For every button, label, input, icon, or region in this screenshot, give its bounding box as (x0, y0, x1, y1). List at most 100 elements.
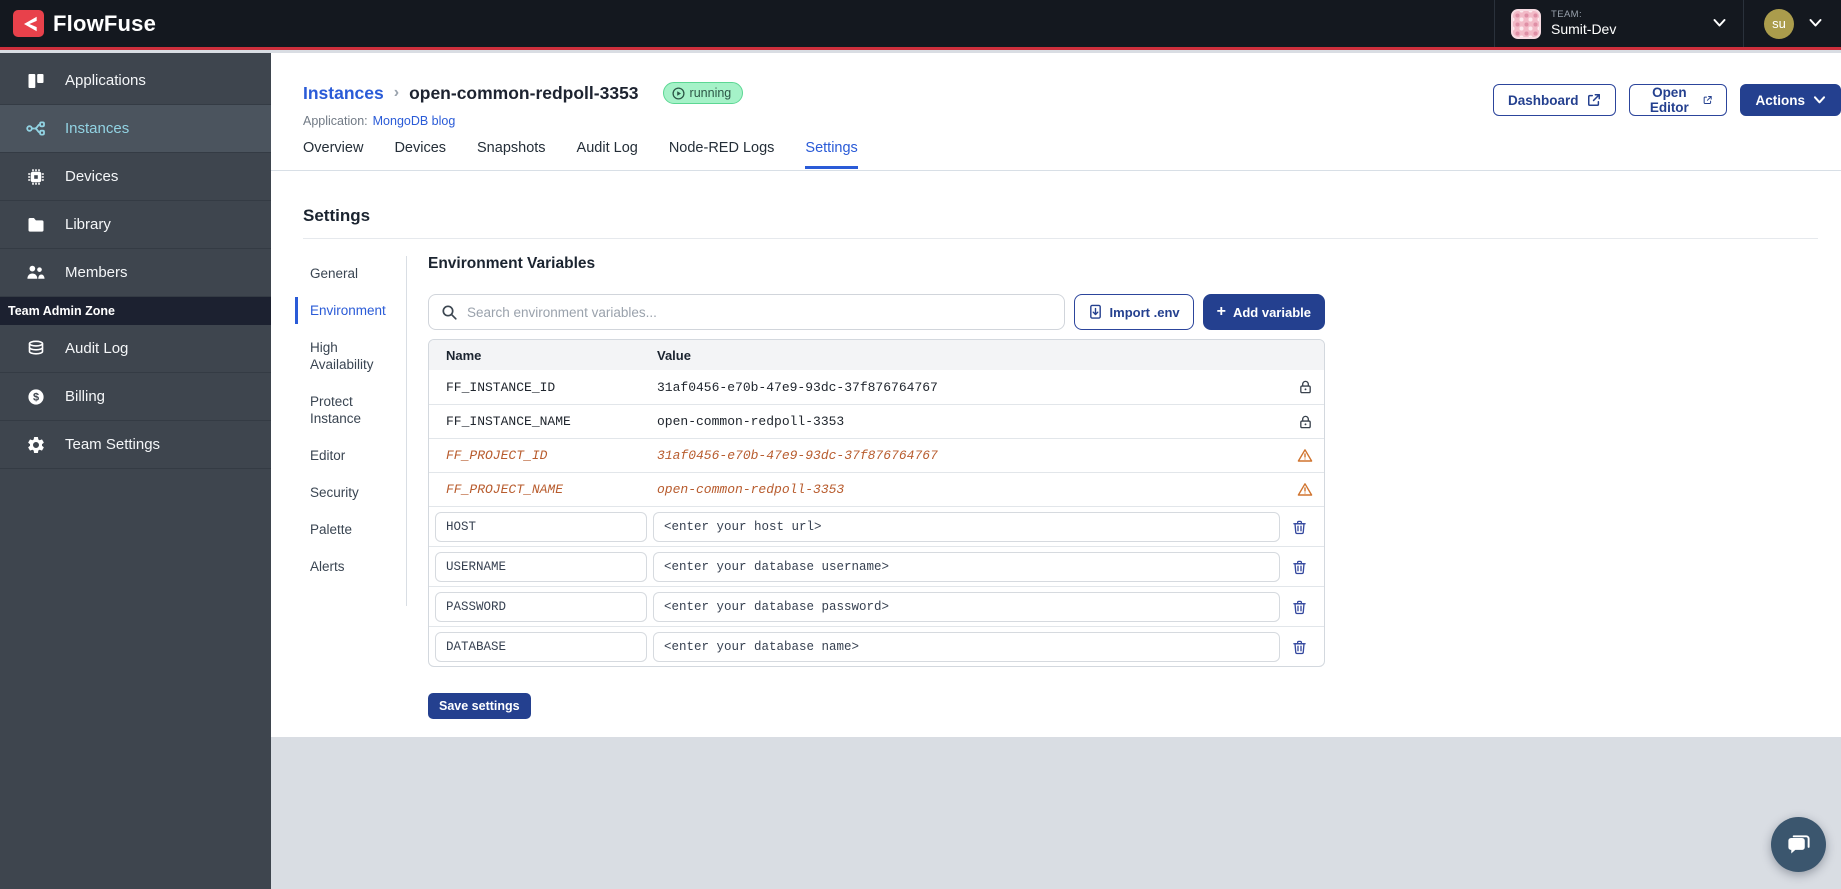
sidebar-item-devices[interactable]: Devices (0, 153, 271, 201)
sidebar-item-audit-log[interactable]: Audit Log (0, 325, 271, 373)
delete-variable-button[interactable] (1292, 599, 1307, 615)
sidebar-item-team-settings[interactable]: Team Settings (0, 421, 271, 469)
env-var-name: FF_PROJECT_NAME (446, 482, 564, 497)
trash-icon (1292, 520, 1306, 534)
application-label: Application: (303, 114, 368, 128)
column-header-value: Value (657, 347, 691, 363)
tab-audit-log[interactable]: Audit Log (577, 140, 638, 169)
sidebar-item-applications[interactable]: Applications (0, 57, 271, 105)
env-var-value-input[interactable] (653, 551, 1280, 582)
env-var-value-input[interactable] (653, 631, 1280, 662)
instances-icon (25, 118, 46, 139)
env-var-value-input[interactable] (653, 511, 1280, 542)
application-link[interactable]: MongoDB blog (373, 114, 456, 128)
breadcrumb-instances-link[interactable]: Instances (303, 83, 384, 104)
applications-icon (25, 70, 46, 91)
settings-nav-editor[interactable]: Editor (295, 442, 395, 469)
dashboard-button-label: Dashboard (1508, 92, 1579, 108)
chat-icon (1788, 834, 1810, 853)
header-actions: Dashboard Open Editor Actions (1493, 84, 1841, 116)
external-link-icon (1703, 95, 1712, 105)
instance-tabs: Overview Devices Snapshots Audit Log Nod… (303, 140, 858, 169)
tab-overview[interactable]: Overview (303, 140, 363, 169)
delete-variable-button[interactable] (1292, 519, 1307, 535)
status-text: running (689, 86, 732, 100)
plus-icon: + (1216, 303, 1226, 320)
database-icon (25, 338, 46, 359)
team-switcher[interactable]: TEAM: Sumit-Dev (1494, 0, 1744, 47)
sidebar-item-label: Instances (65, 120, 130, 137)
top-bar: FlowFuse TEAM: Sumit-Dev su (0, 0, 1841, 50)
team-admin-zone-header: Team Admin Zone (0, 297, 271, 325)
env-var-name-input[interactable] (435, 591, 647, 622)
settings-nav-divider (406, 256, 407, 606)
team-avatar (1511, 8, 1541, 39)
env-var-name-input[interactable] (435, 631, 647, 662)
lock-icon (1299, 380, 1311, 394)
settings-nav-protect-instance[interactable]: Protect Instance (295, 388, 395, 432)
devices-icon (25, 166, 46, 187)
tab-devices[interactable]: Devices (394, 140, 446, 169)
page-title: open-common-redpoll-3353 (409, 82, 639, 103)
user-menu[interactable]: su (1744, 0, 1841, 47)
tab-settings[interactable]: Settings (805, 140, 858, 169)
tab-node-red-logs[interactable]: Node-RED Logs (669, 140, 775, 169)
sidebar-item-label: Members (65, 264, 128, 281)
team-label: TEAM: (1551, 8, 1583, 20)
env-variables-table: Name Value FF_INSTANCE_ID 31af0456-e70b-… (428, 339, 1325, 667)
users-icon (25, 262, 46, 283)
settings-nav-security[interactable]: Security (295, 479, 395, 506)
save-settings-button[interactable]: Save settings (428, 693, 531, 719)
delete-variable-button[interactable] (1292, 639, 1307, 655)
play-circle-icon (671, 86, 685, 100)
sidebar-item-billing[interactable]: $ Billing (0, 373, 271, 421)
settings-nav-palette[interactable]: Palette (295, 516, 395, 543)
settings-heading: Settings (303, 206, 371, 225)
dollar-icon: $ (25, 386, 46, 407)
application-row: Application: MongoDB blog (303, 114, 455, 128)
column-header-name: Name (446, 347, 482, 363)
table-row-editable (429, 546, 1324, 586)
table-row: FF_INSTANCE_ID 31af0456-e70b-47e9-93dc-3… (429, 370, 1324, 404)
delete-variable-button[interactable] (1292, 559, 1307, 575)
import-env-button[interactable]: Import .env (1073, 294, 1194, 330)
chat-widget-button[interactable] (1771, 817, 1826, 872)
search-icon (442, 304, 457, 320)
sidebar-item-label: Applications (65, 72, 146, 89)
sidebar-item-label: Billing (65, 388, 106, 405)
actions-button[interactable]: Actions (1740, 84, 1841, 116)
env-var-name: FF_PROJECT_ID (446, 448, 548, 463)
env-var-value: open-common-redpoll-3353 (657, 414, 845, 429)
table-header: Name Value (429, 340, 1324, 370)
env-var-value-input[interactable] (653, 591, 1280, 622)
add-variable-button[interactable]: + Add variable (1202, 294, 1325, 330)
env-var-name-input[interactable] (435, 551, 647, 582)
dashboard-button[interactable]: Dashboard (1493, 84, 1616, 116)
sidebar-item-instances[interactable]: Instances (0, 105, 271, 153)
settings-nav-environment[interactable]: Environment (295, 297, 395, 324)
sidebar-item-label: Devices (65, 168, 119, 185)
settings-nav-alerts[interactable]: Alerts (295, 553, 395, 580)
external-link-icon (1587, 94, 1600, 106)
environment-section: Environment Variables Import .env + Add … (428, 255, 1325, 719)
sidebar: Applications Instances Devices Library M… (0, 53, 271, 889)
settings-nav-high-availability[interactable]: High Availability (295, 334, 395, 378)
open-editor-button[interactable]: Open Editor (1628, 84, 1728, 116)
search-box (428, 294, 1065, 330)
settings-nav: General Environment High Availability Pr… (295, 260, 399, 590)
settings-nav-general[interactable]: General (295, 260, 395, 287)
env-var-value: 31af0456-e70b-47e9-93dc-37f876764767 (657, 448, 938, 463)
env-var-name-input[interactable] (435, 511, 647, 542)
tab-snapshots[interactable]: Snapshots (477, 140, 546, 169)
import-file-icon (1089, 304, 1101, 319)
lock-icon (1299, 415, 1311, 428)
breadcrumb-separator: › (393, 84, 400, 101)
flowfuse-logo[interactable]: FlowFuse (0, 10, 156, 37)
chevron-down-icon (1813, 96, 1826, 104)
open-editor-button-label: Open Editor (1649, 85, 1689, 115)
env-var-value: 31af0456-e70b-47e9-93dc-37f876764767 (657, 379, 938, 395)
sidebar-item-library[interactable]: Library (0, 201, 271, 249)
search-input[interactable] (467, 304, 1052, 320)
sidebar-item-members[interactable]: Members (0, 249, 271, 297)
flowfuse-logo-icon (13, 10, 44, 37)
